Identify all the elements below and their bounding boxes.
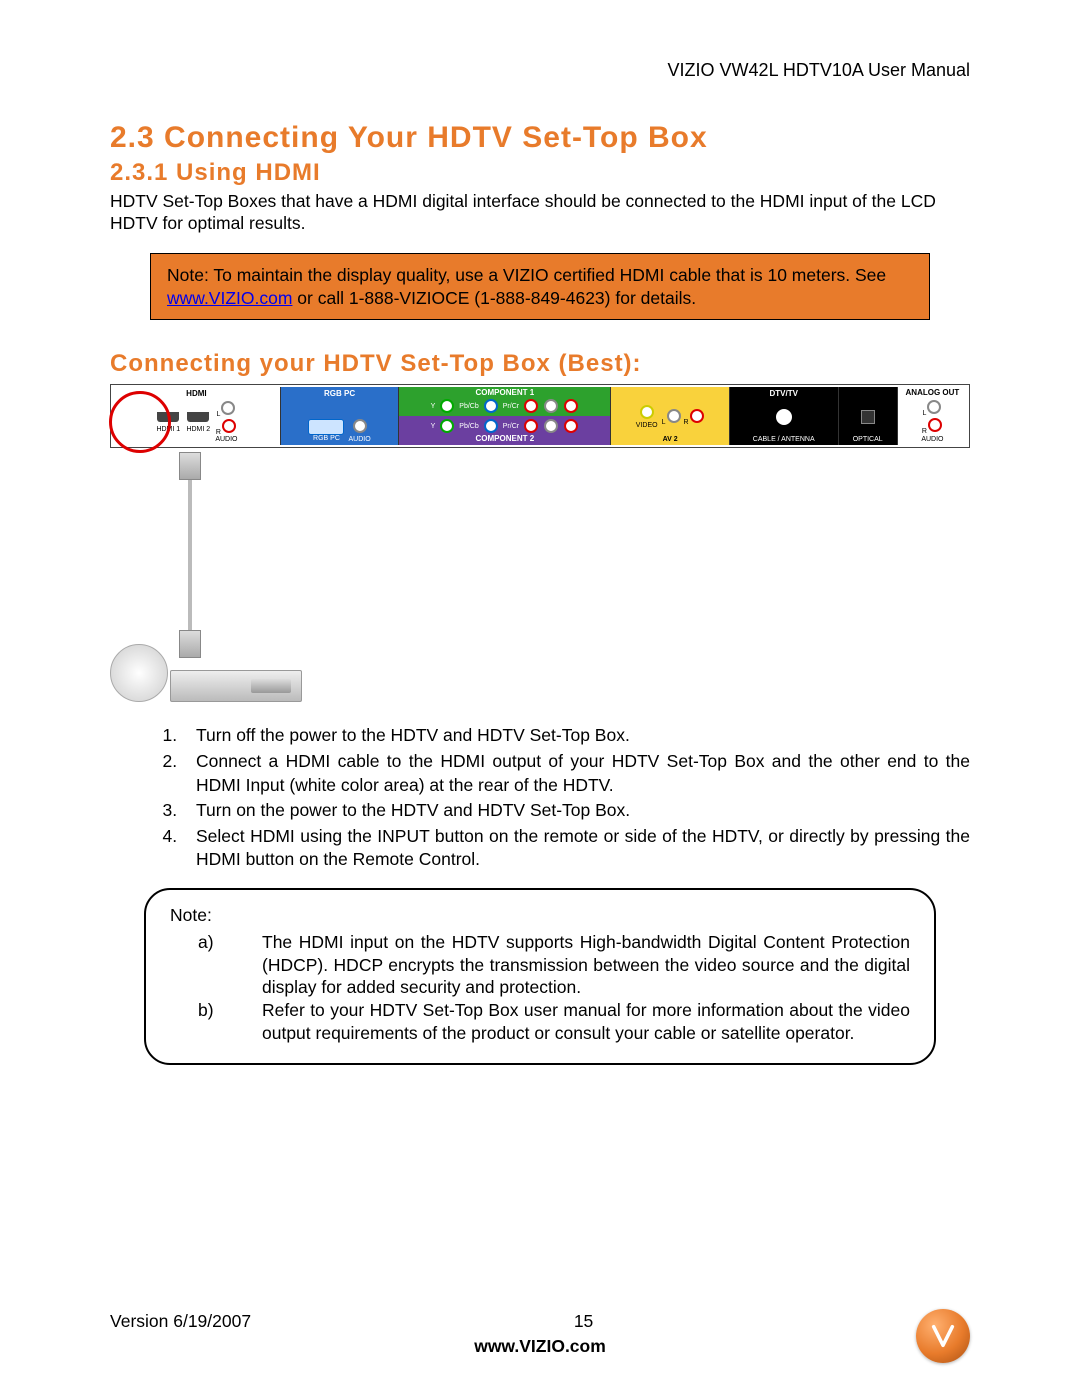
comp1-r-jack-icon: [564, 399, 578, 413]
av2-l-label: L: [662, 419, 666, 426]
coax-icon: [776, 409, 792, 425]
vizio-link[interactable]: www.VIZIO.com: [167, 288, 292, 308]
panel-l-label: L: [216, 411, 220, 418]
panel-av2-label: AV 2: [663, 436, 678, 443]
audio-l-jack-icon: [221, 401, 235, 415]
comp2-r-jack-icon: [564, 419, 578, 433]
hdmi2-port-icon: [187, 412, 209, 422]
panel-rgb-sublabel: RGB PC: [313, 435, 340, 442]
set-top-box-icon: [170, 670, 302, 702]
pr-label-1: Pr/Cr: [503, 403, 519, 410]
panel-component1-label: COMPONENT 1: [476, 389, 535, 397]
vga-port-icon: [308, 419, 344, 435]
av2-r-label: R: [683, 419, 688, 426]
y2-jack-icon: [440, 419, 454, 433]
connecting-best-heading: Connecting your HDTV Set-Top Box (Best):: [110, 350, 970, 378]
pb-jack-icon: [484, 399, 498, 413]
aout-l-jack-icon: [927, 400, 941, 414]
step-4: Select HDMI using the INPUT button on th…: [182, 825, 970, 872]
y-jack-icon: [440, 399, 454, 413]
panel-rgb-label: RGB PC: [324, 389, 355, 398]
note-label: Note:: [170, 904, 910, 927]
y-label-1: Y: [431, 403, 436, 410]
step-2: Connect a HDMI cable to the HDMI output …: [182, 750, 970, 797]
step-3: Turn on the power to the HDTV and HDTV S…: [182, 799, 970, 823]
section-heading-2-3-1: 2.3.1 Using HDMI: [110, 159, 970, 187]
panel-hdmi2-label: HDMI 2: [186, 426, 210, 433]
panel-optical-label: OPTICAL: [853, 436, 883, 443]
pb-label-2: Pb/Cb: [459, 423, 478, 430]
note-b-text: Refer to your HDTV Set-Top Box user manu…: [262, 999, 910, 1045]
panel-dtv-label: DTV/TV: [769, 389, 797, 398]
av2-r-jack-icon: [690, 409, 704, 423]
note-text-suffix: or call 1-888-VIZIOCE (1-888-849-4623) f…: [292, 288, 696, 308]
note-rounded-box: Note: a) The HDMI input on the HDTV supp…: [144, 888, 936, 1065]
hdmi-cable-icon: [188, 480, 192, 630]
panel-aout-audio-label: AUDIO: [921, 436, 943, 443]
audio-r-jack-icon: [222, 419, 236, 433]
page-footer: Version 6/19/2007 15 www.VIZIO.com: [110, 1311, 970, 1357]
pb2-jack-icon: [484, 419, 498, 433]
pr-label-2: Pr/Cr: [503, 423, 519, 430]
aout-r-jack-icon: [928, 418, 942, 432]
comp2-l-jack-icon: [544, 419, 558, 433]
steps-list: Turn off the power to the HDTV and HDTV …: [110, 724, 970, 872]
pr2-jack-icon: [524, 419, 538, 433]
comp1-l-jack-icon: [544, 399, 558, 413]
footer-page-number: 15: [574, 1311, 593, 1332]
panel-r-label: R: [216, 429, 221, 436]
page-header-title: VIZIO VW42L HDTV10A User Manual: [110, 60, 970, 81]
vizio-logo-icon: [916, 1309, 970, 1363]
satellite-dish-icon: [110, 644, 168, 702]
panel-analog-out-label: ANALOG OUT: [906, 389, 960, 397]
note-a-text: The HDMI input on the HDTV supports High…: [262, 931, 910, 999]
intro-paragraph: HDTV Set-Top Boxes that have a HDMI digi…: [110, 191, 970, 235]
aout-r-label: R: [922, 428, 927, 435]
panel-cable-label: CABLE / ANTENNA: [753, 436, 815, 443]
step-1: Turn off the power to the HDTV and HDTV …: [182, 724, 970, 748]
note-a-letter: a): [170, 931, 262, 999]
note-b-letter: b): [170, 999, 262, 1045]
note-orange-box: Note: To maintain the display quality, u…: [150, 253, 930, 321]
footer-site: www.VIZIO.com: [110, 1336, 970, 1357]
optical-port-icon: [861, 410, 875, 424]
panel-video-label: VIDEO: [636, 422, 658, 429]
hdmi-plug-top-icon: [179, 452, 201, 480]
panel-audio-label: AUDIO: [215, 436, 237, 443]
panel-hdmi-label: HDMI: [186, 389, 206, 398]
panel-component2-label: COMPONENT 2: [476, 435, 535, 443]
y-label-2: Y: [431, 423, 436, 430]
note-text-prefix: Note: To maintain the display quality, u…: [167, 265, 886, 285]
section-heading-2-3: 2.3 Connecting Your HDTV Set-Top Box: [110, 121, 970, 155]
rgb-audio-jack-icon: [353, 419, 367, 433]
hdmi-cable-illustration: [110, 452, 270, 702]
panel-rgb-audio-label: AUDIO: [348, 436, 370, 443]
rear-panel-diagram: HDMI HDMI 1 HDMI 2 L R AUDIO: [110, 384, 970, 448]
av2-l-jack-icon: [667, 409, 681, 423]
pb-label-1: Pb/Cb: [459, 403, 478, 410]
aout-l-label: L: [922, 410, 926, 417]
pr-jack-icon: [524, 399, 538, 413]
video-jack-icon: [640, 405, 654, 419]
hdmi1-highlight-circle: [109, 391, 171, 453]
footer-version: Version 6/19/2007: [110, 1311, 251, 1332]
